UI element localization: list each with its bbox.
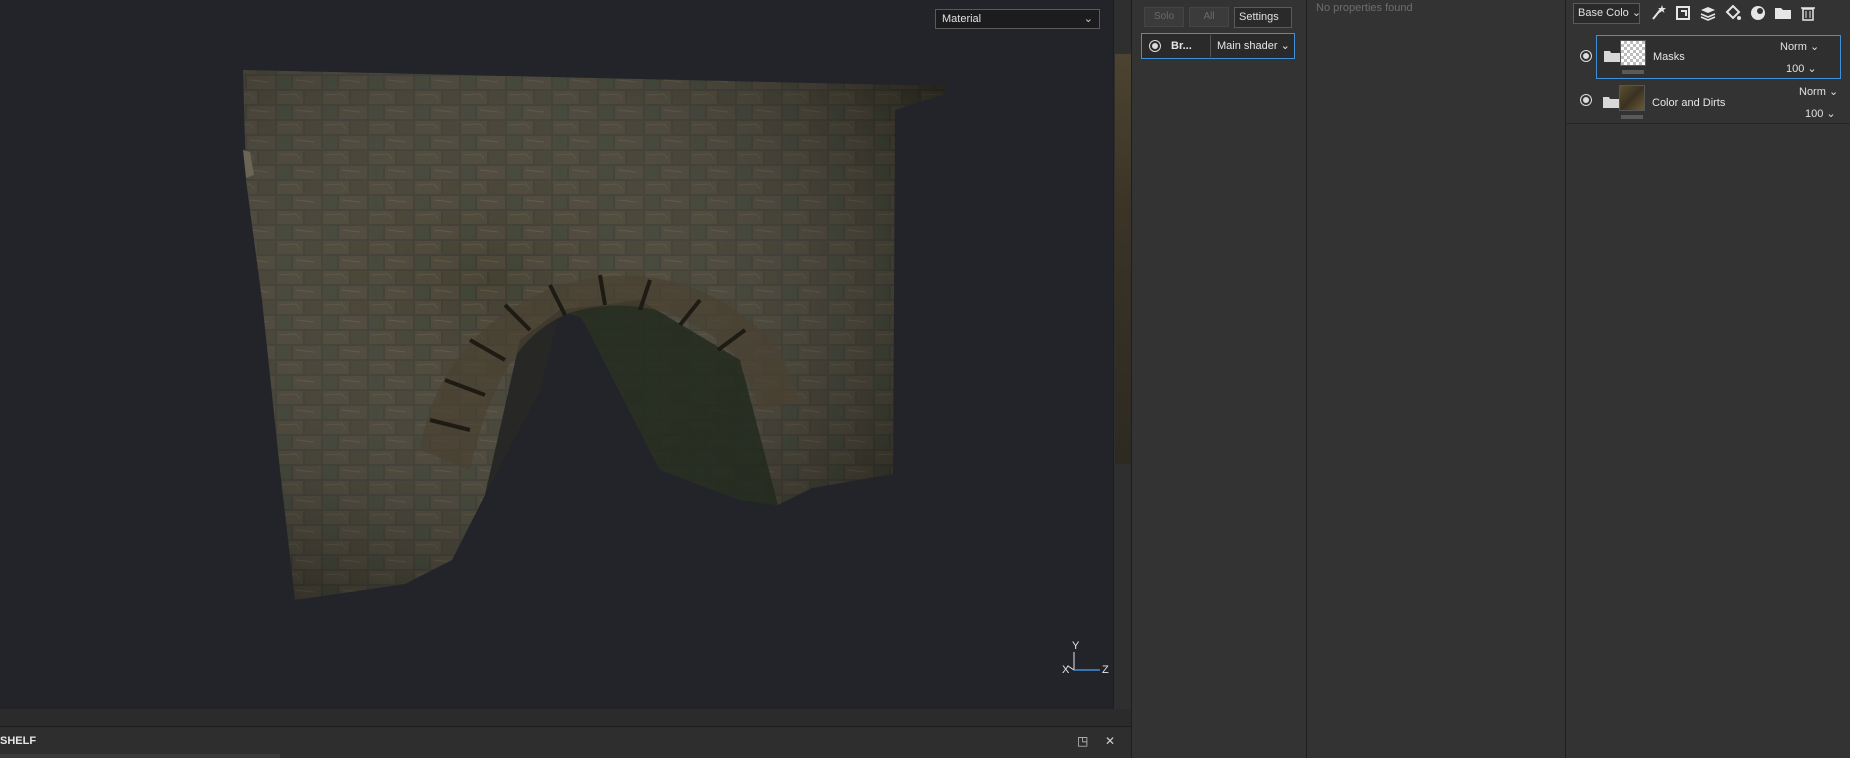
texture-set-name: Br...: [1171, 40, 1192, 52]
scrollbar-thumb[interactable]: [1115, 54, 1131, 464]
app-window: Material ⌄ Y X Z -U SHELF ◳ ✕ Solo All S…: [0, 0, 1850, 758]
texture-set-panel: Solo All Settings ⌄ Br... Main shader ⌄: [1131, 0, 1306, 758]
folder-icon: [1603, 96, 1619, 108]
axis-z-label: Z: [1102, 664, 1109, 676]
axis-gizmo: Y X Z: [1060, 640, 1113, 680]
layer-row-color-and-dirts[interactable]: Color and Dirts Norm ⌄ 100 ⌄: [1566, 80, 1850, 124]
folder-icon: [1604, 50, 1620, 62]
no-properties-message: No properties found: [1316, 2, 1413, 14]
opacity-value: 100: [1805, 108, 1824, 120]
texture-set-row[interactable]: Br... Main shader ⌄: [1141, 33, 1295, 59]
layer-thumbnail: [1620, 40, 1646, 66]
axis-x-label: X: [1062, 664, 1070, 676]
blend-mode-value: Norm: [1799, 86, 1826, 98]
restore-icon[interactable]: ◳: [1077, 734, 1088, 748]
add-layer-icon[interactable]: [1698, 3, 1718, 23]
shelf-tab-strip[interactable]: [0, 754, 280, 758]
blend-mode-dropdown[interactable]: Norm ⌄: [1799, 85, 1838, 98]
opacity-dropdown[interactable]: 100 ⌄: [1786, 62, 1817, 75]
smart-material-icon[interactable]: [1673, 3, 1693, 23]
properties-panel: No properties found: [1306, 0, 1565, 758]
layer-name: Color and Dirts: [1652, 97, 1726, 109]
opacity-dropdown[interactable]: 100 ⌄: [1805, 107, 1836, 120]
visibility-eye-icon[interactable]: [1580, 94, 1592, 106]
viewport-side-scrollbar[interactable]: [1113, 0, 1131, 709]
stone-arch-model[interactable]: [0, 0, 1113, 709]
channel-label: Base Colo: [1578, 7, 1629, 19]
blend-mode-dropdown[interactable]: Norm ⌄: [1780, 40, 1819, 53]
all-button[interactable]: All: [1189, 7, 1229, 27]
shelf-panel: SHELF ◳ ✕: [0, 726, 1131, 758]
layer-thumbnail: [1619, 85, 1645, 111]
shading-mode-dropdown[interactable]: Material ⌄: [935, 9, 1100, 29]
layers-panel: Base Colo ⌄: [1565, 0, 1850, 758]
shader-dropdown[interactable]: Main shader ⌄: [1210, 35, 1294, 57]
mask-thumbnail: [1622, 70, 1644, 74]
close-icon[interactable]: ✕: [1105, 734, 1115, 748]
settings-dropdown[interactable]: Settings ⌄: [1234, 7, 1292, 42]
magic-wand-icon[interactable]: [1648, 3, 1668, 23]
mask-icon[interactable]: [1748, 3, 1768, 23]
visibility-eye-icon[interactable]: [1149, 40, 1161, 52]
add-folder-icon[interactable]: [1773, 3, 1793, 23]
trash-icon[interactable]: [1798, 3, 1818, 23]
fill-layer-icon[interactable]: [1723, 3, 1743, 23]
viewport-3d[interactable]: Material ⌄ Y X Z: [0, 0, 1113, 709]
solo-button[interactable]: Solo: [1144, 7, 1184, 27]
chevron-down-icon: ⌄: [1280, 40, 1290, 52]
channel-dropdown[interactable]: Base Colo ⌄: [1573, 3, 1640, 24]
settings-label: Settings: [1239, 11, 1279, 23]
layer-name: Masks: [1653, 51, 1685, 63]
mask-thumbnail: [1621, 115, 1643, 119]
blend-mode-value: Norm: [1780, 41, 1807, 53]
visibility-eye-icon[interactable]: [1580, 50, 1592, 62]
shading-mode-value: Material: [942, 13, 982, 25]
axis-y-label: Y: [1072, 640, 1080, 652]
chevron-down-icon: ⌄: [1632, 7, 1639, 19]
chevron-down-icon: ⌄: [1083, 13, 1093, 25]
opacity-value: 100: [1786, 63, 1805, 75]
shelf-title: SHELF: [0, 735, 37, 747]
layer-row-masks[interactable]: Masks Norm ⌄ 100 ⌄: [1596, 35, 1841, 79]
shader-label: Main shader: [1217, 40, 1278, 52]
